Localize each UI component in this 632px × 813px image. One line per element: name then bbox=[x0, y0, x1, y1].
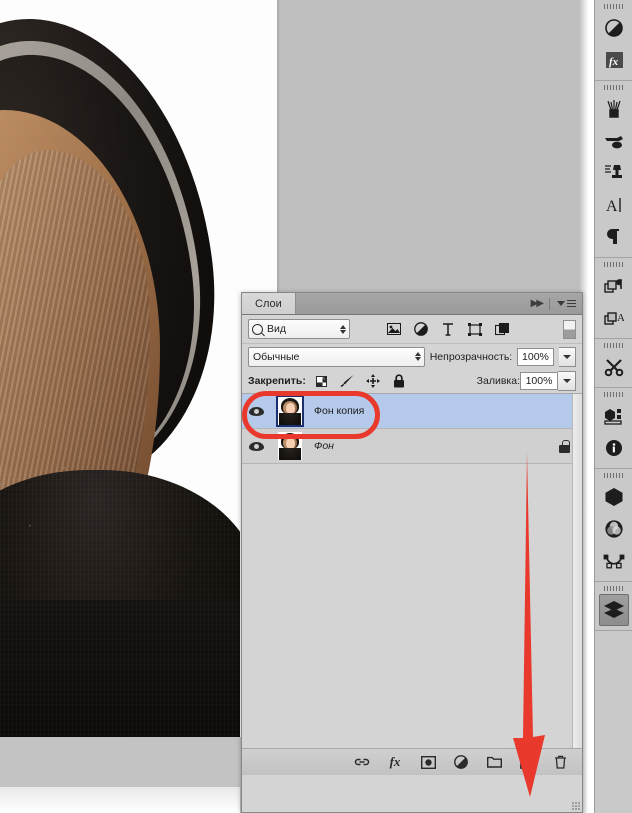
filter-shape-icon[interactable] bbox=[467, 322, 482, 337]
layer-filter-row[interactable]: Вид bbox=[242, 315, 582, 344]
styles-panel-icon[interactable]: fx bbox=[595, 44, 632, 76]
document-canvas[interactable] bbox=[0, 0, 277, 737]
filter-adjustment-icon[interactable] bbox=[413, 322, 428, 337]
svg-text:fx: fx bbox=[609, 56, 619, 68]
layer-list-scrollbar[interactable] bbox=[572, 394, 582, 748]
blend-mode-select[interactable]: Обычные bbox=[248, 346, 425, 367]
layer-name[interactable]: Фон bbox=[310, 440, 334, 452]
dock-grip[interactable] bbox=[595, 0, 632, 12]
dock-grip[interactable] bbox=[595, 81, 632, 93]
canvas-below-document bbox=[0, 737, 240, 787]
panel-resize-grip[interactable] bbox=[572, 802, 580, 810]
panel-menu-icon[interactable] bbox=[557, 299, 576, 308]
add-layer-mask-button[interactable] bbox=[420, 754, 436, 770]
paths-panel-icon[interactable] bbox=[595, 545, 632, 577]
filter-enable-toggle[interactable] bbox=[563, 319, 576, 339]
dock-group-adjustments: fx bbox=[595, 0, 632, 81]
dock-group-tools bbox=[595, 339, 632, 388]
dock-group-3d-info bbox=[595, 388, 632, 469]
fill-label: Заливка: bbox=[476, 375, 520, 387]
opacity-label: Непрозрачность: bbox=[429, 350, 513, 363]
padlock-icon bbox=[559, 439, 570, 453]
filter-type-icon[interactable] bbox=[440, 322, 455, 337]
canvas-bottom-fade bbox=[0, 787, 240, 813]
tab-layers-label: Слои bbox=[255, 297, 282, 310]
filter-kind-label: Вид bbox=[267, 323, 286, 335]
dock-group-layers bbox=[595, 582, 632, 631]
blend-mode-row[interactable]: Обычные Непрозрачность: 100% bbox=[242, 344, 582, 369]
svg-text:A: A bbox=[606, 198, 618, 214]
chevron-down-icon bbox=[557, 301, 565, 306]
svg-text:A: A bbox=[617, 312, 624, 324]
new-adjustment-layer-button[interactable] bbox=[453, 754, 469, 770]
dock-group-brushes: A bbox=[595, 81, 632, 258]
double-chevron-right-icon[interactable]: ▶▶ bbox=[531, 298, 544, 309]
filter-smart-object-icon[interactable] bbox=[494, 322, 509, 337]
layer-style-fx-button[interactable]: fx bbox=[387, 754, 403, 770]
brush-panel-icon[interactable] bbox=[595, 125, 632, 157]
search-icon bbox=[252, 323, 263, 335]
fill-input[interactable]: 100% bbox=[520, 372, 558, 390]
right-dock-toolbar[interactable]: fx A A bbox=[594, 0, 632, 813]
dock-group-styles: A bbox=[595, 258, 632, 339]
lock-all-padlock-icon[interactable] bbox=[392, 374, 407, 389]
dock-grip[interactable] bbox=[595, 469, 632, 481]
menu-lines-icon bbox=[567, 299, 576, 308]
3d-panel-icon[interactable] bbox=[595, 400, 632, 432]
new-group-button[interactable] bbox=[486, 754, 502, 770]
blend-mode-value: Обычные bbox=[253, 350, 300, 363]
dock-grip[interactable] bbox=[595, 258, 632, 270]
layers-panel-icon[interactable] bbox=[599, 594, 629, 626]
link-layers-button[interactable] bbox=[354, 754, 370, 770]
layer-visibility-toggle[interactable] bbox=[242, 441, 270, 451]
dock-grip[interactable] bbox=[595, 582, 632, 594]
brush-presets-panel-icon[interactable] bbox=[595, 93, 632, 125]
opacity-input[interactable]: 100% bbox=[517, 347, 554, 366]
lock-image-pixels-brush-icon[interactable] bbox=[340, 374, 355, 389]
dock-grip[interactable] bbox=[595, 388, 632, 400]
fill-dropdown-button[interactable] bbox=[558, 371, 576, 391]
opacity-dropdown-button[interactable] bbox=[558, 346, 576, 367]
filter-pixel-icon[interactable] bbox=[386, 322, 401, 337]
character-styles-panel-icon[interactable] bbox=[595, 270, 632, 302]
3d-cube-panel-icon[interactable] bbox=[595, 481, 632, 513]
paragraph-styles-panel-icon[interactable]: A bbox=[595, 302, 632, 334]
color-panel-icon[interactable] bbox=[595, 513, 632, 545]
eye-icon bbox=[248, 441, 264, 451]
clone-source-panel-icon[interactable] bbox=[595, 157, 632, 189]
tab-layers[interactable]: Слои bbox=[242, 293, 296, 314]
blend-mode-stepper-icon[interactable] bbox=[414, 352, 421, 361]
filter-kind-select[interactable]: Вид bbox=[248, 319, 350, 339]
tabbar-divider bbox=[549, 297, 550, 310]
annotation-arrow bbox=[513, 452, 545, 797]
panel-tabbar[interactable]: Слои ▶▶ bbox=[242, 293, 582, 315]
dock-grip[interactable] bbox=[595, 339, 632, 351]
lock-label: Закрепить: bbox=[248, 375, 306, 387]
lock-position-move-icon[interactable] bbox=[366, 374, 381, 389]
paragraph-panel-icon[interactable] bbox=[595, 221, 632, 253]
character-panel-icon[interactable]: A bbox=[595, 189, 632, 221]
adjustments-panel-icon[interactable] bbox=[595, 12, 632, 44]
annotation-highlight-box bbox=[242, 391, 380, 439]
tool-presets-panel-icon[interactable] bbox=[595, 351, 632, 383]
document-image bbox=[0, 0, 240, 737]
info-panel-icon[interactable] bbox=[595, 432, 632, 464]
filter-kind-stepper-icon[interactable] bbox=[340, 324, 346, 334]
lock-transparent-pixels-icon[interactable] bbox=[314, 374, 329, 389]
dock-group-color-paths bbox=[595, 469, 632, 582]
